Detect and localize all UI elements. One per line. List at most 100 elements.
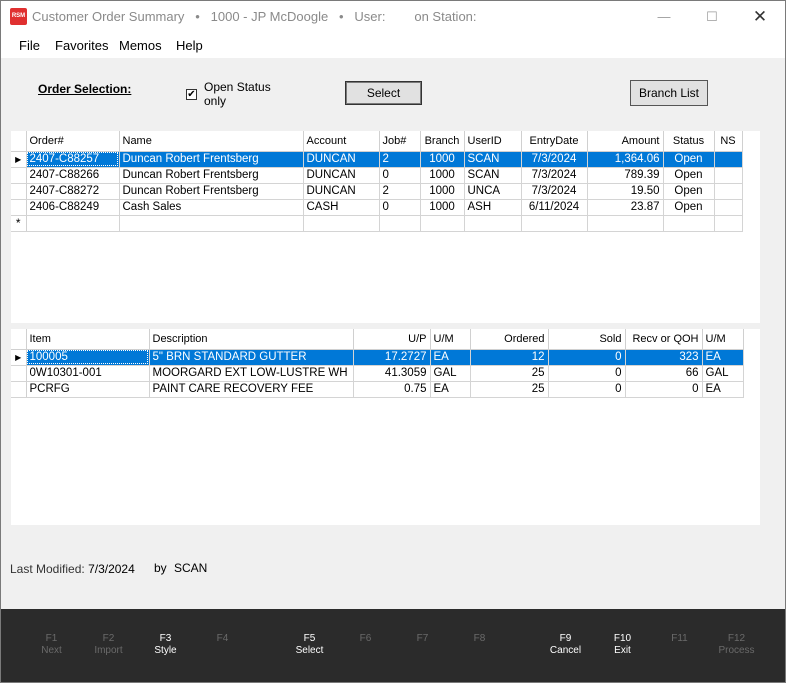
col-header-name[interactable]: Name (119, 131, 304, 152)
order-row[interactable]: 2407-C88272 Duncan Robert Frentsberg DUN… (11, 183, 743, 200)
new-row-cell[interactable] (379, 215, 421, 232)
col-header-userid[interactable]: UserID (464, 131, 522, 152)
item-code-cell[interactable]: PCRFG (26, 381, 150, 398)
item-um2-cell[interactable]: GAL (702, 365, 744, 382)
item-code-cell[interactable]: 0W10301-001 (26, 365, 150, 382)
f2-key[interactable]: F2 Import (80, 633, 137, 657)
col-header-um[interactable]: U/M (430, 329, 471, 350)
order-account-cell[interactable]: DUNCAN (303, 151, 380, 168)
item-description-cell[interactable]: MOORGARD EXT LOW-LUSTRE WH (149, 365, 354, 382)
item-unit-price-cell[interactable]: 41.3059 (353, 365, 431, 382)
new-row-cell[interactable] (420, 215, 465, 232)
order-amount-cell[interactable]: 789.39 (587, 167, 664, 184)
item-sold-cell[interactable]: 0 (548, 381, 626, 398)
order-job-cell[interactable]: 0 (379, 199, 421, 216)
order-row[interactable]: 2407-C88266 Duncan Robert Frentsberg DUN… (11, 167, 743, 184)
f5-key[interactable]: F5 Select (281, 633, 338, 657)
col-header-um-2[interactable]: U/M (702, 329, 744, 350)
col-header-branch[interactable]: Branch (420, 131, 465, 152)
item-unit-price-cell[interactable]: 0.75 (353, 381, 431, 398)
order-entrydate-cell[interactable]: 6/11/2024 (521, 199, 588, 216)
order-amount-cell[interactable]: 19.50 (587, 183, 664, 200)
item-row[interactable]: ▶ 100005 5" BRN STANDARD GUTTER 17.2727 … (11, 349, 744, 366)
col-header-status[interactable]: Status (663, 131, 715, 152)
item-unit-price-cell[interactable]: 17.2727 (353, 349, 431, 366)
item-ordered-cell[interactable]: 25 (470, 381, 549, 398)
order-entrydate-cell[interactable]: 7/3/2024 (521, 167, 588, 184)
menu-help[interactable]: Help (176, 38, 203, 53)
close-button[interactable]: ✕ (737, 1, 783, 32)
item-recv-qoh-cell[interactable]: 323 (625, 349, 703, 366)
new-row-cell[interactable] (663, 215, 715, 232)
open-status-checkbox[interactable]: ✔ (186, 89, 197, 100)
item-ordered-cell[interactable]: 12 (470, 349, 549, 366)
order-row[interactable]: 2406-C88249 Cash Sales CASH 0 1000 ASH 6… (11, 199, 743, 216)
new-row-cell[interactable] (303, 215, 380, 232)
order-row[interactable]: ▶ 2407-C88257 Duncan Robert Frentsberg D… (11, 151, 743, 168)
order-account-cell[interactable]: DUNCAN (303, 183, 380, 200)
col-header-recv-qoh[interactable]: Recv or QOH (625, 329, 703, 350)
col-header-entrydate[interactable]: EntryDate (521, 131, 588, 152)
item-description-cell[interactable]: 5" BRN STANDARD GUTTER (149, 349, 354, 366)
order-ns-cell[interactable] (714, 167, 743, 184)
col-header-description[interactable]: Description (149, 329, 354, 350)
minimize-button[interactable]: — (641, 1, 687, 32)
new-row-cell[interactable] (587, 215, 664, 232)
order-name-cell[interactable]: Duncan Robert Frentsberg (119, 151, 304, 168)
order-name-cell[interactable]: Duncan Robert Frentsberg (119, 167, 304, 184)
orders-grid[interactable]: Order# Name Account Job# Branch UserID E… (11, 131, 760, 323)
col-header-ns[interactable]: NS (714, 131, 743, 152)
order-userid-cell[interactable]: UNCA (464, 183, 522, 200)
item-sold-cell[interactable]: 0 (548, 349, 626, 366)
new-order-row[interactable]: * (11, 215, 743, 232)
f7-key[interactable]: F7 (394, 633, 451, 645)
col-header-order[interactable]: Order# (26, 131, 120, 152)
col-header-sold[interactable]: Sold (548, 329, 626, 350)
new-row-cell[interactable] (521, 215, 588, 232)
order-ns-cell[interactable] (714, 151, 743, 168)
f6-key[interactable]: F6 (337, 633, 394, 645)
f3-key[interactable]: F3 Style (137, 633, 194, 657)
menu-file[interactable]: File (19, 38, 40, 53)
order-number-cell[interactable]: 2407-C88272 (26, 183, 120, 200)
order-branch-cell[interactable]: 1000 (420, 151, 465, 168)
order-items-grid[interactable]: Item Description U/P U/M Ordered Sold Re… (11, 329, 760, 525)
item-code-cell[interactable]: 100005 (26, 349, 150, 366)
col-header-account[interactable]: Account (303, 131, 380, 152)
new-row-cell[interactable] (26, 215, 120, 232)
order-job-cell[interactable]: 2 (379, 151, 421, 168)
item-um2-cell[interactable]: EA (702, 381, 744, 398)
col-header-item[interactable]: Item (26, 329, 150, 350)
select-button[interactable]: Select (345, 81, 422, 105)
open-status-label[interactable]: Open Status only (204, 80, 284, 108)
order-branch-cell[interactable]: 1000 (420, 183, 465, 200)
col-header-amount[interactable]: Amount (587, 131, 664, 152)
order-account-cell[interactable]: DUNCAN (303, 167, 380, 184)
order-number-cell[interactable]: 2406-C88249 (26, 199, 120, 216)
col-header-ordered[interactable]: Ordered (470, 329, 549, 350)
item-row[interactable]: 0W10301-001 MOORGARD EXT LOW-LUSTRE WH 4… (11, 365, 744, 382)
item-um-cell[interactable]: GAL (430, 365, 471, 382)
maximize-button[interactable]: ☐ (689, 1, 735, 32)
order-status-cell[interactable]: Open (663, 183, 715, 200)
order-status-cell[interactable]: Open (663, 151, 715, 168)
f9-key[interactable]: F9 Cancel (537, 633, 594, 657)
item-ordered-cell[interactable]: 25 (470, 365, 549, 382)
item-sold-cell[interactable]: 0 (548, 365, 626, 382)
f11-key[interactable]: F11 (651, 633, 708, 645)
order-ns-cell[interactable] (714, 183, 743, 200)
item-recv-qoh-cell[interactable]: 0 (625, 381, 703, 398)
f4-key[interactable]: F4 (194, 633, 251, 645)
new-row-cell[interactable] (119, 215, 304, 232)
order-account-cell[interactable]: CASH (303, 199, 380, 216)
order-branch-cell[interactable]: 1000 (420, 199, 465, 216)
order-branch-cell[interactable]: 1000 (420, 167, 465, 184)
order-status-cell[interactable]: Open (663, 167, 715, 184)
branch-list-button[interactable]: Branch List (630, 80, 708, 106)
item-um-cell[interactable]: EA (430, 349, 471, 366)
item-um-cell[interactable]: EA (430, 381, 471, 398)
item-description-cell[interactable]: PAINT CARE RECOVERY FEE (149, 381, 354, 398)
order-job-cell[interactable]: 2 (379, 183, 421, 200)
col-header-unit-price[interactable]: U/P (353, 329, 431, 350)
new-row-cell[interactable] (714, 215, 743, 232)
